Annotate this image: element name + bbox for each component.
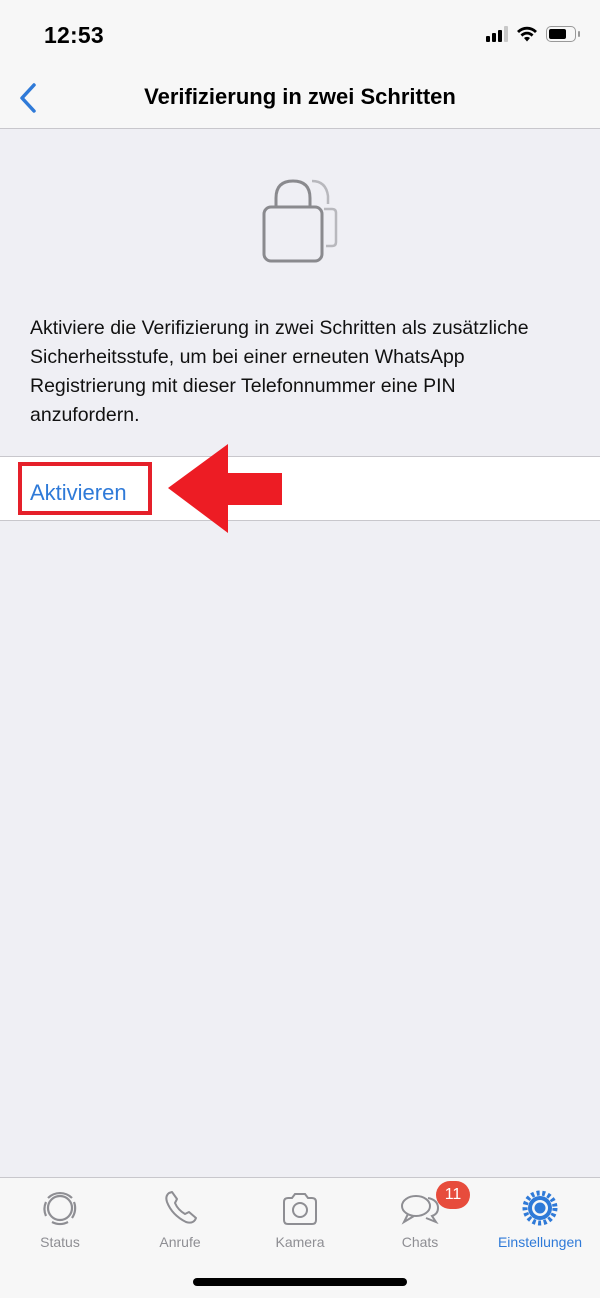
battery-icon: [546, 26, 580, 42]
wifi-icon: [517, 26, 537, 42]
description-text: Aktiviere die Verifizierung in zwei Schr…: [30, 317, 529, 426]
home-indicator[interactable]: [193, 1278, 407, 1286]
tab-label: Chats: [401, 1234, 439, 1250]
status-icons: [486, 26, 580, 42]
status-bar: 12:53: [0, 0, 600, 70]
activate-button[interactable]: Aktivieren: [18, 462, 152, 515]
activate-row: Aktivieren: [0, 456, 600, 521]
chat-bubbles-icon: [401, 1195, 440, 1225]
tab-label: Einstellungen: [497, 1234, 583, 1250]
annotation-arrow: [168, 444, 282, 533]
lock-stack-icon: [262, 179, 338, 263]
phone-icon: [165, 1191, 197, 1224]
tab-status[interactable]: Status: [0, 1182, 120, 1252]
gear-icon: [522, 1190, 558, 1226]
tab-label: Anrufe: [159, 1234, 201, 1250]
status-time: 12:53: [44, 22, 104, 48]
tab-anrufe[interactable]: Anrufe: [120, 1182, 240, 1252]
status-icon: [43, 1191, 77, 1226]
tab-label: Status: [40, 1234, 80, 1250]
cellular-signal-icon: [486, 26, 508, 42]
chats-unread-badge: 11: [436, 1181, 470, 1209]
navigation-bar: Verifizierung in zwei Schritten: [0, 70, 600, 129]
camera-icon: [283, 1193, 317, 1225]
tab-kamera[interactable]: Kamera: [240, 1182, 360, 1252]
tab-label: Kamera: [275, 1234, 325, 1250]
page-title: Verifizierung in zwei Schritten: [144, 84, 456, 109]
tab-einstellungen[interactable]: Einstellungen: [480, 1182, 600, 1252]
battery-level: [549, 29, 567, 39]
